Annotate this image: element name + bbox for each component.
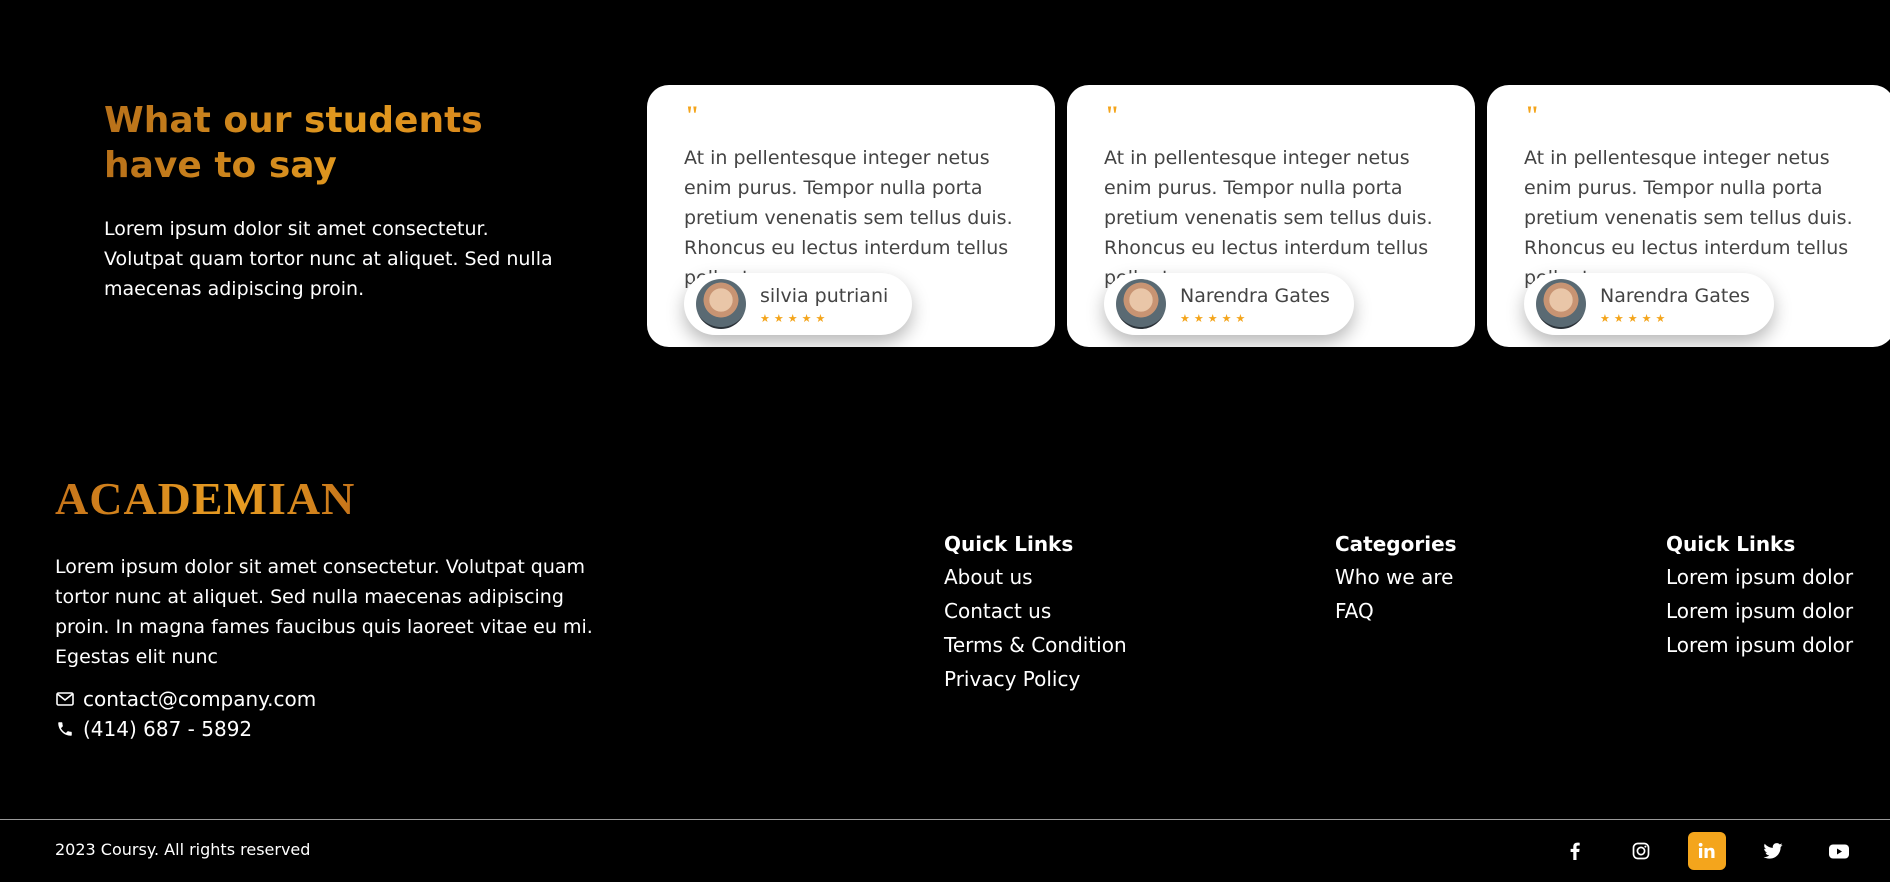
footer-link-about[interactable]: About us [944,560,1127,594]
star-rating: ★★★★★ [1600,311,1670,325]
testimonial-text: At in pellentesque integer netus enim pu… [684,147,1013,289]
testimonial-author: Narendra Gates ★★★★★ [1104,273,1354,335]
author-name: Narendra Gates [1180,284,1330,307]
testimonial-author: Narendra Gates ★★★★★ [1524,273,1774,335]
testimonial-card: " At in pellentesque integer netus enim … [1487,85,1890,347]
author-name: Narendra Gates [1600,284,1750,307]
linkedin-icon[interactable] [1688,832,1726,870]
testimonial-author: silvia putriani ★★★★★ [684,273,913,335]
quote-icon: " [1105,101,1120,130]
brand-logo[interactable]: ACADEMIAN [55,472,355,525]
testimonial-card: " At in pellentesque integer netus enim … [1067,85,1475,347]
mail-icon [55,689,75,709]
testimonial-card: " At in pellentesque integer netus enim … [647,85,1055,347]
footer-column-title: Quick Links [1666,532,1796,556]
testimonials-section: What our students have to say Lorem ipsu… [0,0,1890,400]
instagram-icon[interactable] [1622,832,1660,870]
avatar [696,279,746,329]
testimonial-carousel[interactable]: " At in pellentesque integer netus enim … [647,85,1890,347]
footer-column-categories: Categories Who we are FAQ [1335,530,1457,628]
footer-column-title: Quick Links [944,532,1074,556]
footer-link-who-we-are[interactable]: Who we are [1335,560,1457,594]
avatar [1116,279,1166,329]
footer-link[interactable]: Lorem ipsum dolor [1666,560,1853,594]
avatar [1536,279,1586,329]
author-name: silvia putriani [760,284,889,307]
testimonials-heading: What our students have to say [104,98,564,188]
testimonial-text: At in pellentesque integer netus enim pu… [1524,147,1853,289]
footer-column-quick-links-2: Quick Links Lorem ipsum dolor Lorem ipsu… [1666,530,1853,662]
footer-column-title: Categories [1335,532,1457,556]
brand-description: Lorem ipsum dolor sit amet consectetur. … [55,556,593,668]
contact-phone[interactable]: (414) 687 - 5892 [55,717,252,741]
testimonials-subtitle: Lorem ipsum dolor sit amet consectetur. … [104,218,553,300]
phone-icon [55,719,75,739]
footer-link[interactable]: Lorem ipsum dolor [1666,594,1853,628]
footer-link-terms[interactable]: Terms & Condition [944,628,1127,662]
twitter-icon[interactable] [1754,832,1792,870]
footer-link-contact[interactable]: Contact us [944,594,1127,628]
star-rating: ★★★★★ [1180,311,1250,325]
footer-link[interactable]: Lorem ipsum dolor [1666,628,1853,662]
youtube-icon[interactable] [1820,832,1858,870]
star-rating: ★★★★★ [760,311,830,325]
facebook-icon[interactable] [1556,832,1594,870]
footer-divider [0,819,1890,820]
quote-icon: " [1525,101,1540,130]
footer-link-faq[interactable]: FAQ [1335,594,1457,628]
social-links [1556,832,1858,870]
testimonial-text: At in pellentesque integer netus enim pu… [1104,147,1433,289]
footer-column-quick-links: Quick Links About us Contact us Terms & … [944,530,1127,696]
quote-icon: " [685,101,700,130]
contact-email[interactable]: contact@company.com [55,687,316,711]
copyright-text: 2023 Coursy. All rights reserved [55,840,311,859]
phone-text[interactable]: (414) 687 - 5892 [83,717,252,741]
email-text[interactable]: contact@company.com [83,687,316,711]
footer-link-privacy[interactable]: Privacy Policy [944,662,1127,696]
